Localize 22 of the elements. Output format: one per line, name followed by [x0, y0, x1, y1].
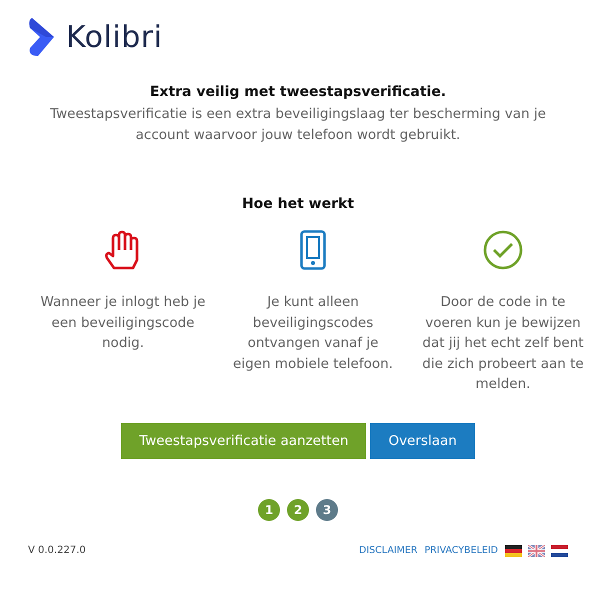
footer-link[interactable]: DISCLAIMER — [359, 545, 418, 556]
logo-icon — [28, 18, 56, 56]
intro-title: Extra veilig met tweestapsverificatie. — [150, 84, 446, 100]
german-flag-icon[interactable] — [505, 544, 522, 556]
hand-icon — [105, 230, 141, 270]
dutch-flag-icon[interactable] — [551, 544, 568, 556]
skip-button[interactable]: Overslaan — [370, 422, 475, 458]
footer-link[interactable]: PRIVACYBELEID — [424, 545, 498, 556]
enable-button[interactable]: Tweestapsverificatie aanzetten — [121, 422, 366, 458]
phone-icon — [300, 230, 326, 270]
step-indicator: 3 — [316, 498, 338, 520]
version-label: V 0.0.227.0 — [28, 545, 86, 556]
intro-description: Tweestapsverificatie is een extra beveiligingslaag ter bescherming van je account waarvoor jouw telefoon wordt gebruikt. — [49, 105, 547, 145]
british-flag-icon[interactable] — [528, 544, 545, 556]
section-title: Hoe het werkt — [242, 196, 354, 212]
step-description: Door de code in te voeren kun je bewijzen dat jij het echt zelf bent die zich probeert aan te melden. — [421, 293, 585, 394]
step-indicator: 1 — [258, 498, 280, 520]
step-indicator: 2 — [287, 498, 309, 520]
checkmark-circle-icon — [483, 230, 523, 270]
logo-name: Kolibri — [66, 20, 162, 54]
step-description: Wanneer je inlogt heb je een beveiligingscode nodig. — [40, 293, 206, 353]
step-description: Je kunt alleen beveiligingscodes ontvangen vanaf je eigen mobiele telefoon. — [232, 293, 394, 374]
